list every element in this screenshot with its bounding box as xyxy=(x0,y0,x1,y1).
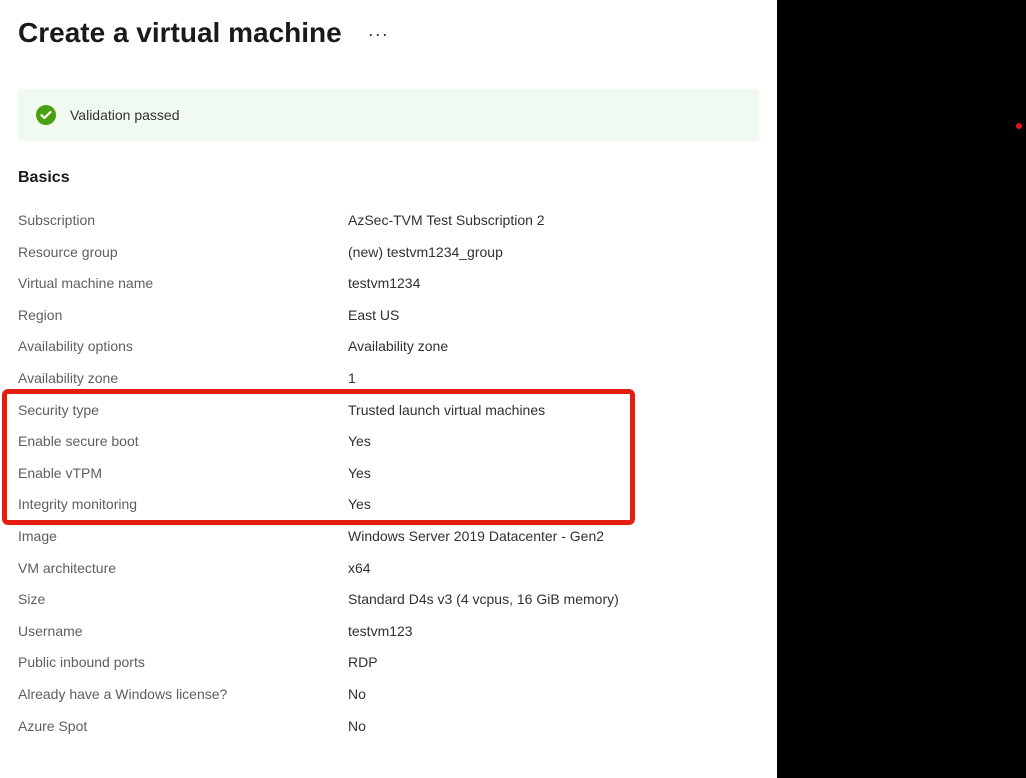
field-label: Availability zone xyxy=(18,369,348,389)
field-label: Region xyxy=(18,306,348,326)
field-row-username: Username testvm123 xyxy=(18,616,759,648)
field-label: Security type xyxy=(18,401,348,421)
field-row-size: Size Standard D4s v3 (4 vcpus, 16 GiB me… xyxy=(18,584,759,616)
field-row-secure-boot: Enable secure boot Yes xyxy=(18,426,759,458)
field-value: (new) testvm1234_group xyxy=(348,243,759,263)
basics-section-title: Basics xyxy=(18,169,759,187)
field-row-security-type: Security type Trusted launch virtual mac… xyxy=(18,395,759,427)
validation-banner: Validation passed xyxy=(18,89,759,141)
field-label: Enable vTPM xyxy=(18,464,348,484)
field-label: Already have a Windows license? xyxy=(18,685,348,705)
field-value: Windows Server 2019 Datacenter - Gen2 xyxy=(348,527,759,547)
field-row-public-inbound-ports: Public inbound ports RDP xyxy=(18,647,759,679)
field-label: Image xyxy=(18,527,348,547)
field-label: Public inbound ports xyxy=(18,653,348,673)
field-label: Integrity monitoring xyxy=(18,495,348,515)
field-label: Virtual machine name xyxy=(18,274,348,294)
field-row-availability-zone: Availability zone 1 xyxy=(18,363,759,395)
field-value: Yes xyxy=(348,495,759,515)
field-row-image: Image Windows Server 2019 Datacenter - G… xyxy=(18,521,759,553)
field-row-region: Region East US xyxy=(18,300,759,332)
field-row-azure-spot: Azure Spot No xyxy=(18,711,759,743)
field-value: Yes xyxy=(348,432,759,452)
red-dot-indicator xyxy=(1016,123,1022,129)
field-value: RDP xyxy=(348,653,759,673)
field-row-subscription: Subscription AzSec-TVM Test Subscription… xyxy=(18,205,759,237)
field-value: x64 xyxy=(348,559,759,579)
main-panel: Create a virtual machine ··· Validation … xyxy=(0,0,777,778)
black-sidebar xyxy=(777,0,1026,778)
basics-field-grid: Subscription AzSec-TVM Test Subscription… xyxy=(18,205,759,742)
field-value: Standard D4s v3 (4 vcpus, 16 GiB memory) xyxy=(348,590,759,610)
field-value: testvm1234 xyxy=(348,274,759,294)
field-value: Yes xyxy=(348,464,759,484)
field-row-vm-name: Virtual machine name testvm1234 xyxy=(18,268,759,300)
field-label: VM architecture xyxy=(18,559,348,579)
field-label: Resource group xyxy=(18,243,348,263)
field-label: Enable secure boot xyxy=(18,432,348,452)
field-row-vtpm: Enable vTPM Yes xyxy=(18,458,759,490)
check-circle-icon xyxy=(36,105,56,125)
field-value: No xyxy=(348,685,759,705)
field-label: Subscription xyxy=(18,211,348,231)
field-value: AzSec-TVM Test Subscription 2 xyxy=(348,211,759,231)
basics-section: Basics Subscription AzSec-TVM Test Subsc… xyxy=(0,141,777,742)
validation-message: Validation passed xyxy=(70,107,179,123)
field-row-integrity-monitoring: Integrity monitoring Yes xyxy=(18,489,759,521)
field-row-resource-group: Resource group (new) testvm1234_group xyxy=(18,237,759,269)
page-header: Create a virtual machine ··· xyxy=(0,0,777,59)
field-label: Azure Spot xyxy=(18,717,348,737)
field-label: Size xyxy=(18,590,348,610)
page-title: Create a virtual machine xyxy=(18,17,342,49)
field-value: Trusted launch virtual machines xyxy=(348,401,759,421)
field-value: 1 xyxy=(348,369,759,389)
more-actions-button[interactable]: ··· xyxy=(360,20,397,49)
field-label: Availability options xyxy=(18,337,348,357)
field-value: No xyxy=(348,717,759,737)
field-label: Username xyxy=(18,622,348,642)
field-row-vm-architecture: VM architecture x64 xyxy=(18,553,759,585)
field-value: East US xyxy=(348,306,759,326)
field-row-windows-license: Already have a Windows license? No xyxy=(18,679,759,711)
field-row-availability-options: Availability options Availability zone xyxy=(18,331,759,363)
field-value: testvm123 xyxy=(348,622,759,642)
field-value: Availability zone xyxy=(348,337,759,357)
